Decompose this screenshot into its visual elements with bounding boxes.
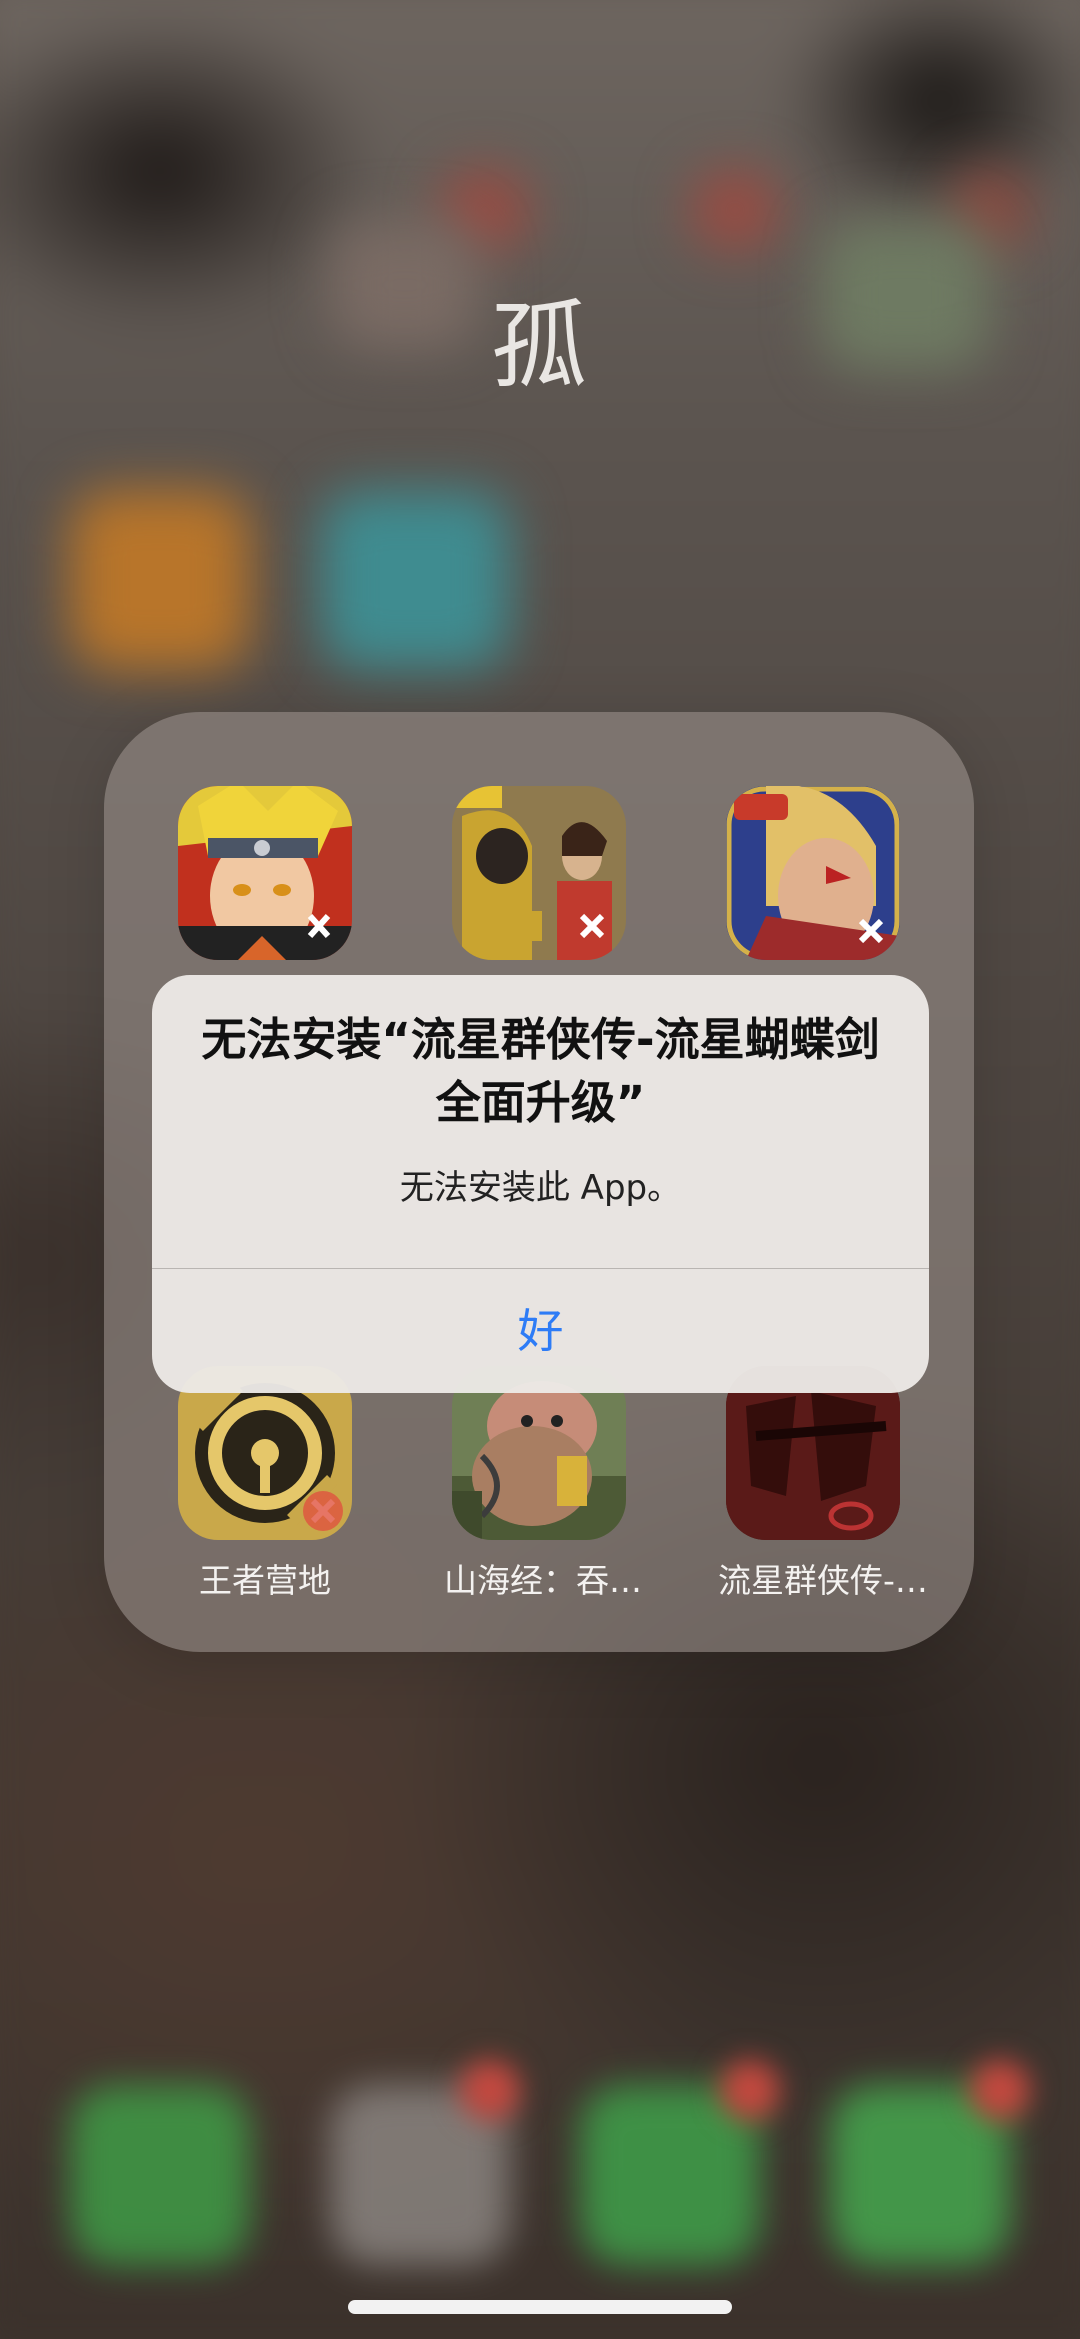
- home-screen: 孤 王者营地 山海经：吞… 流星群侠传-… 无法安装“流星群侠传-流星蝴蝶剑全面…: [0, 0, 1080, 2339]
- notification-badge: [720, 2060, 780, 2120]
- naruto-game-icon: [178, 786, 352, 960]
- app-label: 山海经：吞…: [444, 1561, 642, 1600]
- install-error-alert: 无法安装“流星群侠传-流星蝴蝶剑全面升级” 无法安装此 App。 好: [152, 975, 929, 1393]
- app-peacekeeper-elite[interactable]: [444, 786, 634, 974]
- ok-button[interactable]: 好: [152, 1269, 929, 1393]
- app-meteor[interactable]: 流星群侠传-…: [718, 1366, 928, 1602]
- alert-title: 无法安装“流星群侠传-流星蝴蝶剑全面升级”: [201, 1013, 880, 1129]
- app-label: 流星群侠传-…: [718, 1561, 928, 1600]
- bg-app-icon: [70, 490, 250, 670]
- folder-title[interactable]: 孤: [0, 268, 1080, 407]
- app-label: 王者营地: [199, 1561, 331, 1600]
- home-indicator[interactable]: [348, 2300, 732, 2314]
- alert-message: 无法安装此 App。: [399, 1168, 682, 1208]
- phone-icon[interactable]: [70, 2085, 250, 2265]
- app-naruto[interactable]: [170, 786, 360, 974]
- app-king-camp[interactable]: 王者营地: [170, 1366, 360, 1602]
- notification-badge: [970, 2060, 1030, 2120]
- bg-badge: [690, 170, 780, 250]
- app-honor-of-kings[interactable]: [718, 786, 908, 974]
- honor-of-kings-game-icon: [726, 786, 900, 960]
- peacekeeper-elite-game-icon: [452, 786, 626, 960]
- app-shanhaijing[interactable]: 山海经：吞…: [444, 1366, 642, 1602]
- bg-app-icon: [320, 490, 510, 670]
- notification-badge: [460, 2060, 520, 2120]
